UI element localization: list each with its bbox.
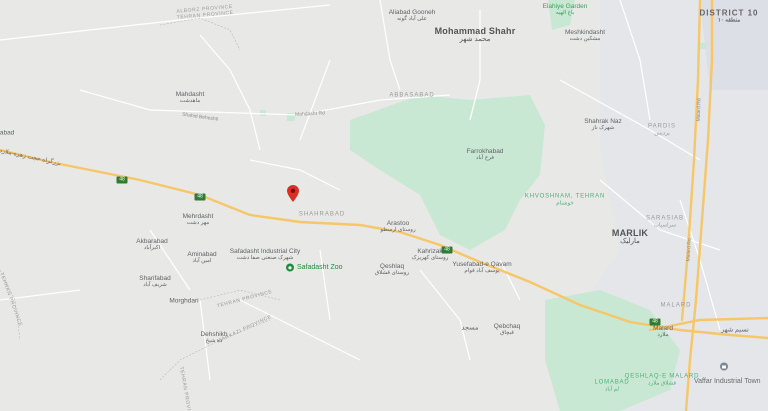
area-qeshlaq-malard: QESHLAQ-E MALARD قشلاق ملارد [625,373,699,386]
town-name-fa: روستای قشلاق [374,270,410,277]
town-dehshikh[interactable]: Dehshikh ده شیخ [200,331,227,345]
town-name: Qeshlaq [379,263,405,271]
town-yusefabad[interactable]: Yusefabad-e Qavam یوسف آباد قوام [452,261,511,275]
town-name: Mahdasht [175,91,205,99]
area-abbasabad: ABBASABAD [389,92,435,99]
town-name: Safadasht Industrial City [229,248,301,256]
town-farrokhabad[interactable]: Farrokhabad فرخ آباد [467,148,504,162]
town-name: Malard [653,325,673,333]
area-name-fa: سراسیاب [653,222,677,229]
area-malard: MALARD [660,302,692,309]
town-name: Shahrak Naz [584,118,622,126]
town-name: Sharifabad [139,275,171,283]
town-left-edge[interactable]: rabad [0,129,14,136]
town-morghdari[interactable]: Morghdari [169,297,198,304]
town-name-fa: علی آباد گونه [397,16,427,23]
town-arastoo[interactable]: Arastoo روستای ارسطو [380,220,415,234]
town-name: Qebchaq [493,323,521,331]
town-name-fa: روستای کهریزک [411,255,449,262]
town-name: Meshkindasht [564,29,606,37]
area-sarasiab: SARASIAB سراسیاب [646,215,684,228]
town-name: Arastoo [386,220,410,228]
poi-name: Elahiye Garden [542,3,588,11]
town-mehrdasht[interactable]: Mehrdasht مهر دشت [183,213,214,227]
town-sharifabad[interactable]: Sharifabad شریف آباد [139,275,170,289]
town-name-fa: یوسف آباد قوام [464,268,500,275]
town-nasimshahr[interactable]: نسیم شهر [721,326,749,333]
town-name-fa: اکبرآباد [143,245,161,252]
town-name: Dehshikh [200,331,228,339]
map-canvas[interactable]: 48 48 48 48 بزرگراه حجت زهره-ملارد Malar… [0,0,768,411]
town-qeshlaq[interactable]: Qeshlaq روستای قشلاق [375,263,409,277]
town-name-fa: ده شیخ [205,338,223,345]
town-mahdasht[interactable]: Mahdasht ماهدشت [176,91,205,105]
town-name: Aminabad [187,251,217,259]
town-name-fa: شهرک ناز [591,125,615,132]
zoo-icon[interactable] [286,259,295,277]
district-label: DISTRICT 10 منطقه ۱۰ [699,8,758,24]
town-name: Mehrdasht [182,213,214,221]
area-name-fa: خوشنام [556,200,574,207]
town-name-fa: محمد شهر [459,36,491,44]
road-label-malard: Malard Rd [695,98,703,122]
town-qebchaq[interactable]: Qebchaq قبچاق [494,323,520,337]
area-name: KHVOSHNAM, TEHRAN [524,193,606,200]
town-marlik[interactable]: MARLIK مارلیک [612,228,648,246]
town-name-fa: مشکین دشت [569,36,601,43]
location-pin-icon[interactable] [287,185,299,207]
town-mohammad-shahr[interactable]: Mohammad Shahr محمد شهر [435,26,516,44]
area-shahrabad: SHAHRABAD [299,212,345,219]
town-name-fa: قبچاق [500,330,514,337]
district-name-fa: منطقه ۱۰ [717,17,741,24]
town-name: MARLIK [611,227,649,238]
town-name: Farrokhabad [466,148,504,156]
industrial-poi-icon[interactable] [720,358,729,376]
poi-safadasht-zoo[interactable]: Safadasht Zoo [297,264,343,272]
town-name-fa: شریف آباد [143,282,167,289]
area-pardis: PARDIS پردیس [648,123,676,136]
poi-name-fa: باغ الهیه [555,10,575,17]
area-khvoshnam: KHVOSHNAM, TEHRAN خوشنام [525,193,605,206]
town-aminabad[interactable]: Aminabad امین آباد [187,251,216,265]
town-name-fa: امین آباد [192,258,212,265]
area-name: SARASIAB [645,215,685,222]
place-mosque[interactable]: مسجد [462,324,479,331]
poi-elahiye-garden[interactable]: Elahiye Garden باغ الهیه [543,3,588,17]
town-name-fa: ملارد [657,332,669,339]
area-name: SHAHRABAD [298,211,346,218]
town-name: Mohammad Shahr [434,25,516,36]
town-name: Aliabad Gooneh [388,9,436,17]
district-name: DISTRICT 10 [699,8,759,18]
town-akbarabad[interactable]: Akbarabad اکبرآباد [136,238,167,252]
highway-shield: 48 [194,193,206,201]
area-name: QESHLAQ-E MALARD [624,373,700,380]
town-name-fa: مهر دشت [186,220,210,227]
town-malard[interactable]: Malard ملارد [653,325,673,339]
town-meshkindasht[interactable]: Meshkindasht مشکین دشت [565,29,605,43]
town-shahrak-naz[interactable]: Shahrak Naz شهرک ناز [584,118,622,132]
area-name-fa: پردیس [654,130,670,137]
map-base-layer [0,0,768,411]
area-name-fa: قشلاق ملارد [648,380,676,387]
town-aliabad-gooneh[interactable]: Aliabad Gooneh علی آباد گونه [389,9,436,23]
area-name: PARDIS [648,123,676,130]
poi-vaffar-industrial-town[interactable]: Vaffar Industrial Town [694,378,761,386]
highway-shield: 48 [116,176,128,184]
town-kahrizak[interactable]: Kahrizak روستای کهریزک [412,248,449,262]
town-name: Kahrizak [417,248,443,256]
town-name: Yusefabad-e Qavam [452,261,512,269]
town-name-fa: ماهدشت [179,98,201,105]
town-name: Akbarabad [136,238,168,246]
town-name-fa: مارلیک [620,238,640,246]
town-name-fa: فرخ آباد [476,155,494,162]
town-name-fa: روستای ارسطو [380,227,416,234]
area-name-fa: لم آباد [604,386,620,393]
